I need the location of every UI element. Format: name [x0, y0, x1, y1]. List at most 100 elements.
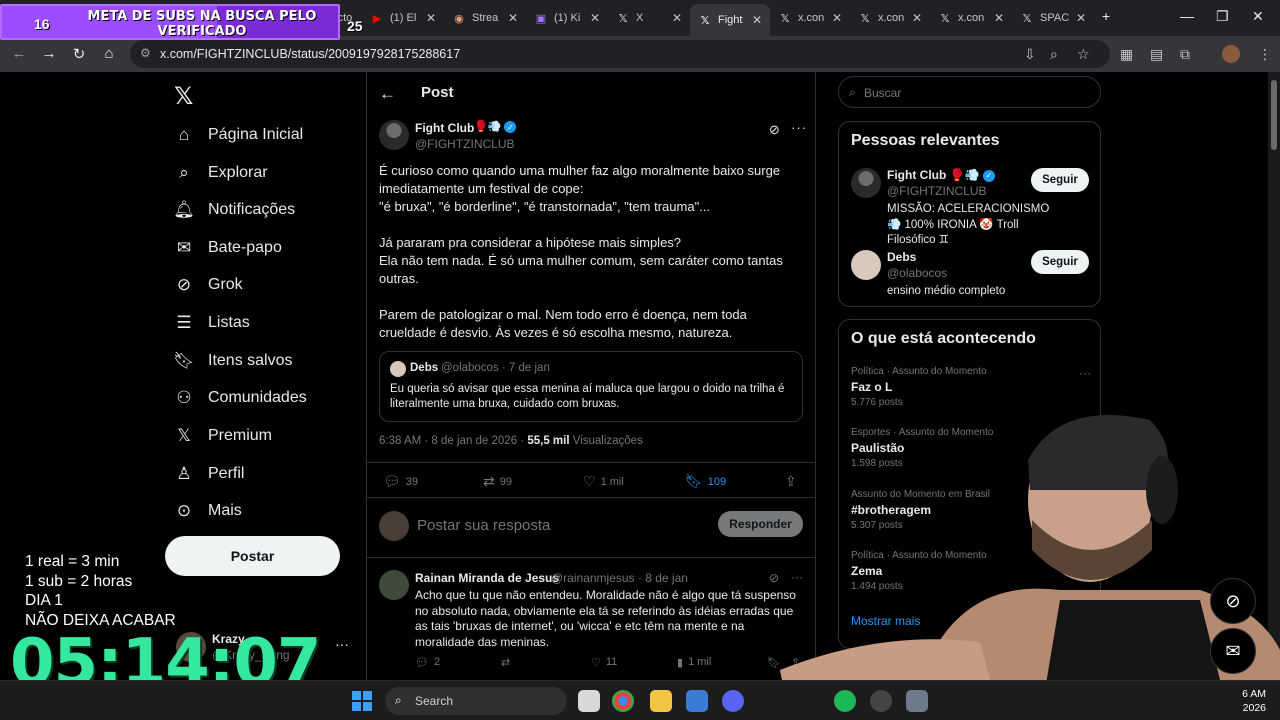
- x-icon: 𝕏: [177, 426, 191, 445]
- repost-action[interactable]: ⇄ 99: [483, 473, 512, 490]
- person-card[interactable]: Fight Club 🥊💨 ✓ @FIGHTZINCLUB MISSÃO: AC…: [851, 166, 1091, 246]
- browser-tab[interactable]: 𝕏 x.con ✕: [930, 6, 1012, 30]
- browser-tab[interactable]: 𝕏 x.con ✕: [770, 6, 850, 30]
- reply-action[interactable]: 💬︎ 39: [383, 473, 418, 490]
- repost-icon: ⇄: [483, 473, 495, 489]
- close-tab-icon[interactable]: ✕: [508, 11, 518, 25]
- taskbar-clock[interactable]: 6 AM 2026: [1236, 687, 1266, 715]
- follow-button[interactable]: Seguir: [1031, 168, 1089, 192]
- author-name[interactable]: Fight Club: [415, 121, 474, 135]
- menu-icon[interactable]: ⋮: [1258, 46, 1272, 63]
- browser-tab[interactable]: ▣ (1) Ki ✕: [526, 6, 608, 30]
- home-icon: ⌂: [178, 125, 190, 144]
- person-avatar[interactable]: [851, 250, 881, 280]
- file-explorer-icon[interactable]: [650, 690, 672, 712]
- browser-tab[interactable]: 𝕏 X ✕: [608, 6, 690, 30]
- reload-icon[interactable]: ↻: [70, 45, 88, 63]
- minimize-icon[interactable]: —: [1180, 8, 1194, 24]
- back-icon[interactable]: ←: [10, 45, 28, 62]
- repost-action[interactable]: ⇄: [501, 656, 510, 669]
- nav-item-notifications[interactable]: 🔔︎ Notificações: [173, 195, 295, 225]
- messages-floating-button[interactable]: ✉: [1210, 628, 1256, 674]
- person-avatar[interactable]: [851, 168, 881, 198]
- nav-item-more[interactable]: ⊙ Mais: [174, 496, 242, 526]
- browser-tab[interactable]: 𝕏 x.con ✕: [850, 6, 930, 30]
- browser-tab[interactable]: ▶ (1) El ✕: [362, 6, 444, 30]
- quoted-post[interactable]: Debs @olabocos · 7 de jan Eu queria só a…: [379, 351, 803, 422]
- site-info-icon[interactable]: ⚙: [140, 46, 151, 60]
- views-action[interactable]: ▮ 1 mil: [677, 656, 711, 669]
- like-action[interactable]: ♡ 1 mil: [583, 473, 624, 490]
- subs-goal-banner: 16 META DE SUBS NA BUSCA PELO VERIFICADO…: [0, 4, 363, 40]
- calculator-icon[interactable]: [906, 690, 928, 712]
- store-icon[interactable]: [686, 690, 708, 712]
- relevant-people-panel: Pessoas relevantes Fight Club 🥊💨 ✓ @FIGH…: [838, 121, 1101, 307]
- nav-item-chat[interactable]: ✉ Bate-papo: [174, 233, 282, 263]
- scrollbar-thumb[interactable]: [1271, 80, 1277, 150]
- nav-item-bookmarks[interactable]: 🔖︎ Itens salvos: [173, 346, 292, 376]
- nav-item-communities[interactable]: ⚇ Comunidades: [174, 383, 306, 413]
- zoom-icon[interactable]: ⌕: [1050, 46, 1058, 63]
- nav-item-home[interactable]: ⌂ Página Inicial: [174, 120, 303, 150]
- reply-post[interactable]: Rainan Miranda de Jesus @rainanmjesus · …: [367, 558, 815, 680]
- browser-tab[interactable]: 𝕏 SPAC ✕: [1012, 6, 1094, 30]
- discord-icon[interactable]: [722, 690, 744, 712]
- close-tab-icon[interactable]: ✕: [1076, 11, 1086, 25]
- close-tab-icon[interactable]: ✕: [994, 11, 1004, 25]
- close-window-icon[interactable]: ✕: [1252, 8, 1264, 25]
- nav-item-profile[interactable]: ♙ Perfil: [174, 459, 244, 489]
- person-card[interactable]: Debs @olabocos ensino médio completo Seg…: [851, 248, 1091, 308]
- maximize-icon[interactable]: ❐: [1216, 8, 1229, 25]
- extensions-puzzle-icon[interactable]: ⧉: [1180, 46, 1190, 63]
- quote-text: Eu queria só avisar que essa menina aí m…: [390, 383, 785, 410]
- close-tab-icon[interactable]: ✕: [426, 11, 436, 25]
- chrome-icon[interactable]: [612, 690, 634, 712]
- taskview-icon[interactable]: [578, 690, 600, 712]
- main-column: ← Post Fight Club 🥊💨 ✓ @FIGHTZINCLUB ⊘ ·…: [366, 72, 816, 680]
- close-tab-icon[interactable]: ✕: [752, 13, 762, 27]
- reply-input[interactable]: Postar sua resposta: [417, 517, 550, 534]
- url-text: x.com/FIGHTZINCLUB/status/20091979281752…: [160, 47, 461, 61]
- taskbar-search[interactable]: ⌕ Search: [385, 687, 567, 715]
- x-logo-icon[interactable]: 𝕏: [174, 82, 193, 111]
- left-sidebar: 𝕏 ⌂ Página Inicial ⌕ Explorar 🔔︎ Notific…: [160, 72, 360, 680]
- more-options-icon[interactable]: ···: [791, 120, 807, 135]
- bookmark-star-icon[interactable]: ☆: [1077, 46, 1090, 63]
- browser-tab[interactable]: ◉ Strea ✕: [444, 6, 526, 30]
- extension-icon[interactable]: ▤: [1150, 46, 1163, 63]
- back-arrow-icon[interactable]: ←: [379, 84, 396, 104]
- profile-avatar-icon[interactable]: [1222, 45, 1240, 63]
- install-icon[interactable]: ⇩: [1024, 46, 1036, 63]
- nav-item-explore[interactable]: ⌕ Explorar: [174, 158, 267, 188]
- more-options-icon[interactable]: ···: [1079, 366, 1091, 380]
- nav-item-premium[interactable]: 𝕏 Premium: [174, 421, 272, 451]
- reply-author-avatar[interactable]: [379, 570, 409, 600]
- new-tab-icon[interactable]: +: [1102, 8, 1110, 24]
- reply-action[interactable]: 💬︎ 2: [415, 656, 440, 669]
- author-avatar[interactable]: [379, 120, 409, 150]
- extension-icon[interactable]: ▦: [1120, 46, 1133, 63]
- account-more-icon[interactable]: ···: [335, 636, 349, 652]
- post-button[interactable]: Postar: [165, 536, 340, 576]
- close-tab-icon[interactable]: ✕: [832, 11, 842, 25]
- nav-item-lists[interactable]: ☰ Listas: [174, 308, 249, 338]
- nav-item-grok[interactable]: ⊘ Grok: [174, 270, 243, 300]
- close-tab-icon[interactable]: ✕: [672, 11, 682, 25]
- author-handle[interactable]: @FIGHTZINCLUB: [415, 137, 515, 151]
- address-bar[interactable]: ⚙ x.com/FIGHTZINCLUB/status/200919792817…: [130, 40, 1110, 68]
- search-input[interactable]: ⌕ Buscar: [838, 76, 1101, 108]
- forward-icon[interactable]: →: [40, 45, 58, 62]
- reply-author-name[interactable]: Rainan Miranda de Jesus: [415, 571, 559, 585]
- spotify-icon[interactable]: [834, 690, 856, 712]
- close-tab-icon[interactable]: ✕: [590, 11, 600, 25]
- like-action[interactable]: ♡ 11: [591, 656, 617, 669]
- grok-floating-button[interactable]: ⊘: [1210, 578, 1256, 624]
- windows-start-icon[interactable]: [352, 691, 372, 711]
- bookmark-action[interactable]: 🔖︎ 109: [685, 473, 726, 490]
- home-icon[interactable]: ⌂: [100, 45, 118, 62]
- app-icon[interactable]: [870, 690, 892, 712]
- close-tab-icon[interactable]: ✕: [912, 11, 922, 25]
- follow-button[interactable]: Seguir: [1031, 250, 1089, 274]
- grok-icon[interactable]: ⊘: [769, 122, 780, 138]
- browser-tab-active[interactable]: 𝕏 Fight ✕: [690, 4, 770, 36]
